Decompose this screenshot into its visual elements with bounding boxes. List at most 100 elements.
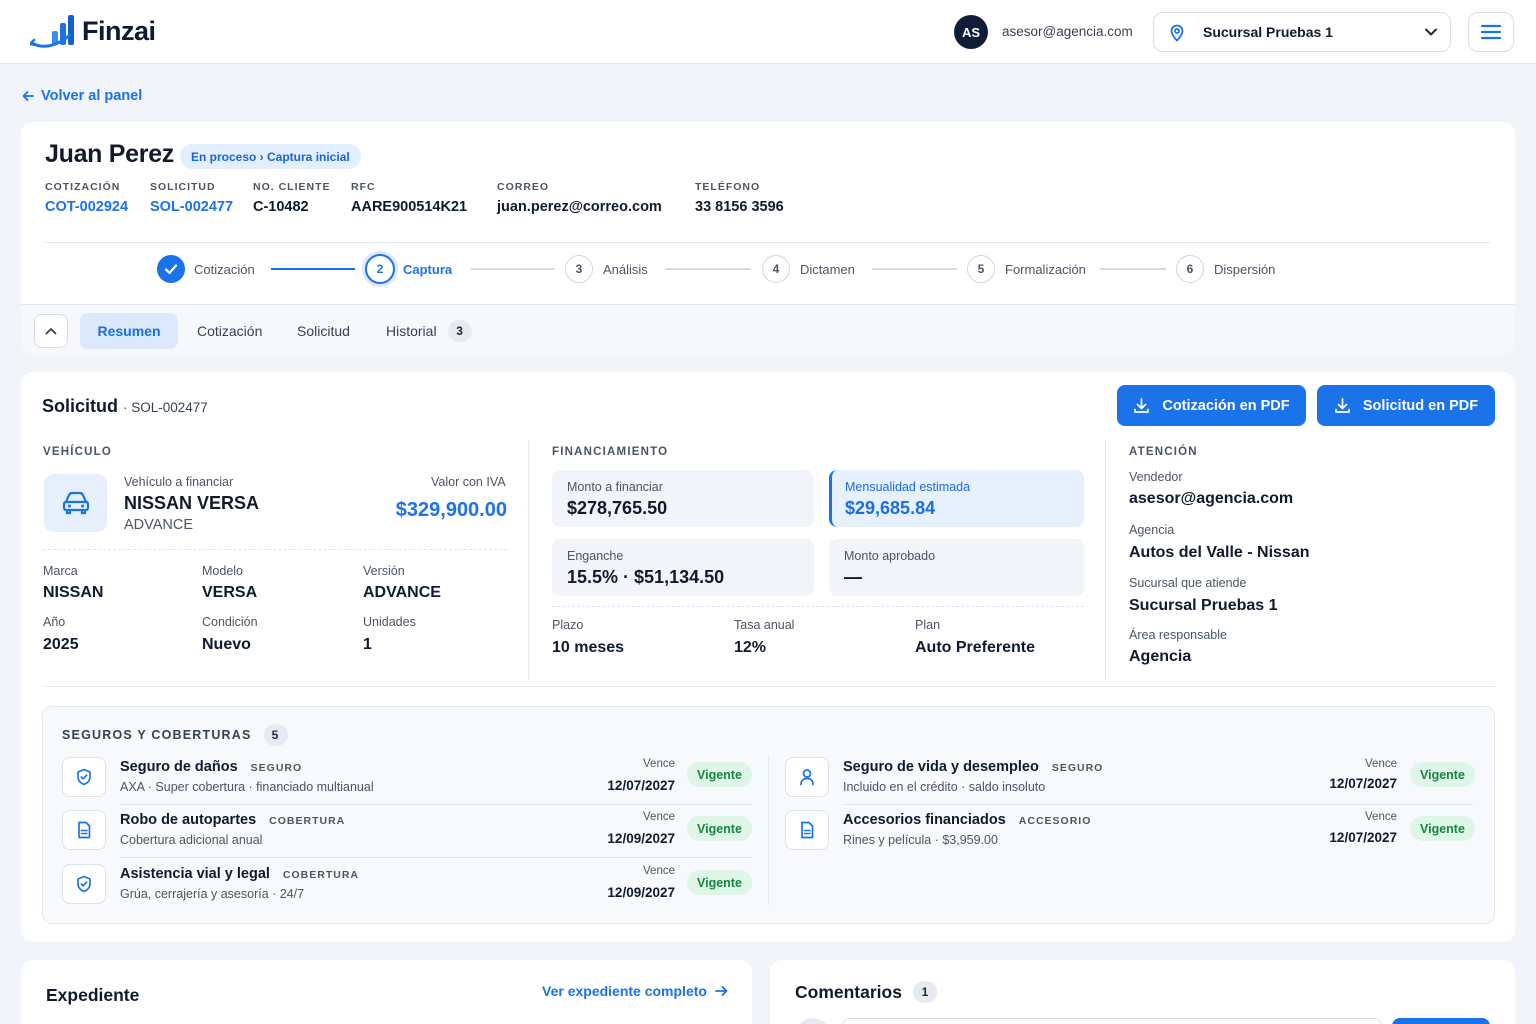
download-icon (1335, 398, 1350, 413)
insurance-heading-label: SEGUROS Y COBERTURAS (62, 728, 252, 742)
tab-resumen[interactable]: Resumen (80, 313, 178, 349)
client-email: juan.perez@correo.com (497, 199, 662, 215)
step-6[interactable]: 6 (1176, 255, 1204, 283)
comentarios-title: Comentarios (795, 981, 902, 1002)
vehicle-price-label: Valor con IVA (431, 475, 506, 489)
insurance-title: Asistencia vial y legal COBERTURA (120, 866, 360, 882)
solicitud-link[interactable]: SOL-002477 (150, 199, 233, 215)
finzai-logo-icon[interactable] (30, 13, 76, 51)
step-5[interactable]: 5 (967, 255, 995, 283)
step-2-label: Captura (403, 262, 453, 277)
arrow-right-icon (715, 986, 728, 996)
solicitud-card: Solicitud · SOL-002477 Cotización en PDF… (21, 372, 1515, 942)
vehicle-condition: Nuevo (202, 636, 251, 653)
tile-label: Monto aprobado (844, 549, 936, 563)
location-pin-icon (1169, 24, 1185, 42)
cotizacion-link[interactable]: COT-002924 (45, 199, 128, 215)
tab-historial[interactable]: Historial 3 (386, 313, 472, 349)
status-badge: Vigente (1410, 762, 1475, 787)
tabs-bar: Resumen Cotización Solicitud Historial 3 (21, 304, 1515, 355)
comentarios-card: Comentarios 1 (770, 960, 1515, 1024)
meta-label-correo: CORREO (497, 181, 550, 193)
step-connector (1100, 268, 1166, 270)
field-label: Plazo (552, 618, 584, 632)
step-4-label: Dictamen (800, 262, 855, 277)
client-number: C-10482 (253, 199, 309, 215)
cotizacion-pdf-button[interactable]: Cotización en PDF (1117, 385, 1306, 426)
financiamiento-heading: FINANCIAMIENTO (552, 446, 669, 458)
commenter-avatar (796, 1018, 830, 1024)
status-badge: Vigente (687, 762, 752, 787)
solicitud-id: · SOL-002477 (123, 400, 208, 415)
download-icon (1134, 398, 1150, 413)
monto-aprobado-tile: Monto aprobado — (829, 539, 1084, 596)
check-icon (164, 264, 178, 275)
step-4[interactable]: 4 (762, 255, 790, 283)
historial-count-badge: 3 (447, 320, 472, 342)
tab-historial-label: Historial (386, 323, 437, 339)
solicitud-pdf-label: Solicitud en PDF (1362, 397, 1479, 414)
meta-label-rfc: RFC (351, 181, 376, 193)
step-1-label: Cotización (194, 262, 255, 277)
vence-label: Vence (1365, 811, 1397, 823)
insurance-desc: Rines y película · $3,959.00 (843, 833, 998, 847)
back-link-label: Volver al panel (41, 88, 143, 104)
tile-label: Enganche (567, 549, 624, 563)
status-badge: En proceso › Captura inicial (180, 144, 361, 169)
row-divider (843, 804, 1473, 805)
step-5-label: Formalización (1005, 262, 1086, 277)
branch-select[interactable]: Sucursal Pruebas 1 (1153, 12, 1451, 52)
user-avatar[interactable]: AS (954, 15, 988, 49)
status-badge: Vigente (687, 816, 752, 841)
step-3[interactable]: 3 (565, 255, 593, 283)
vehicle-trim: ADVANCE (124, 517, 194, 533)
field-label: Sucursal que atiende (1129, 576, 1247, 590)
ver-expediente-link[interactable]: Ver expediente completo (542, 983, 728, 999)
brand-name[interactable]: Finzai (82, 16, 156, 47)
vehicle-year: 2025 (43, 636, 79, 653)
insurance-desc: AXA · Super cobertura · financiado multi… (120, 780, 374, 794)
divider (43, 686, 1495, 687)
field-label: Versión (363, 564, 405, 578)
collapse-button[interactable] (34, 314, 68, 348)
comentarios-heading: Comentarios 1 (795, 981, 937, 1003)
back-to-dashboard-link[interactable]: Volver al panel (22, 88, 142, 104)
meta-label-cliente: NO. CLIENTE (253, 181, 331, 193)
field-label: Unidades (363, 615, 416, 629)
monto-financiar-tile: Monto a financiar $278,765.50 (552, 470, 814, 527)
field-label: Vendedor (1129, 470, 1183, 484)
field-label: Área responsable (1129, 628, 1227, 642)
comentarios-count-badge: 1 (912, 981, 937, 1003)
menu-button[interactable] (1468, 12, 1514, 52)
comment-input[interactable] (842, 1018, 1382, 1024)
insurance-desc: Incluido en el crédito · saldo insoluto (843, 780, 1046, 794)
column-divider (768, 757, 769, 905)
sucursal-value: Sucursal Pruebas 1 (1129, 597, 1278, 614)
step-connector (665, 268, 751, 270)
insurance-title: Seguro de daños SEGURO (120, 759, 303, 775)
tab-solicitud[interactable]: Solicitud (297, 313, 350, 349)
insurance-heading: SEGUROS Y COBERTURAS 5 (62, 724, 288, 746)
client-phone: 33 8156 3596 (695, 199, 784, 215)
divider (45, 242, 1490, 243)
vence-label: Vence (643, 811, 675, 823)
vendedor-value: asesor@agencia.com (1129, 490, 1294, 507)
step-2-current[interactable]: 2 (365, 254, 395, 284)
solicitud-pdf-button[interactable]: Solicitud en PDF (1317, 385, 1495, 426)
vehicle-model: VERSA (202, 584, 258, 601)
vehicle-financed-label: Vehículo a financiar (124, 475, 234, 489)
tile-label: Mensualidad estimada (845, 480, 971, 494)
meta-label-solicitud: SOLICITUD (150, 181, 216, 193)
mensualidad-tile: Mensualidad estimada $29,685.84 (829, 470, 1084, 527)
tab-cotizacion[interactable]: Cotización (197, 313, 262, 349)
status-badge: Vigente (1410, 816, 1475, 841)
field-label: Tasa anual (734, 618, 795, 632)
person-icon (785, 757, 829, 797)
expediente-card: Expediente Ver expediente completo (21, 960, 752, 1024)
step-1-done[interactable] (157, 255, 185, 283)
ver-expediente-label: Ver expediente completo (542, 983, 707, 999)
tile-label: Monto a financiar (567, 480, 663, 494)
insurance-title: Robo de autopartes COBERTURA (120, 812, 346, 828)
insurance-date: 12/07/2027 (1329, 830, 1397, 845)
send-comment-button[interactable] (1392, 1018, 1490, 1024)
